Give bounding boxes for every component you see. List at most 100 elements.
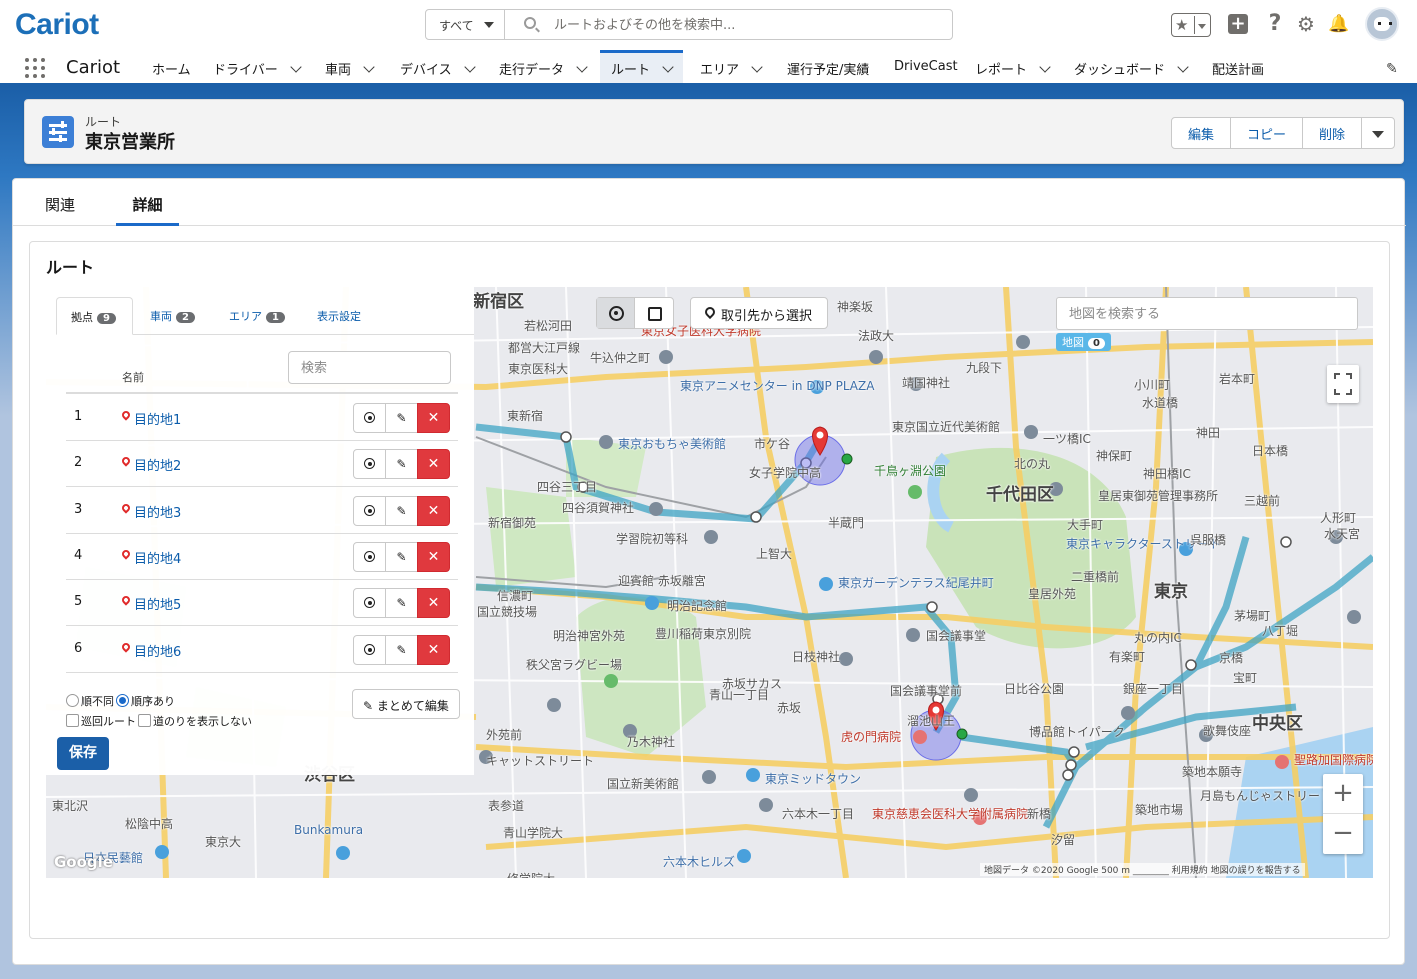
nav-item-1[interactable]: ドライバー xyxy=(213,50,302,83)
chevron-down-icon[interactable] xyxy=(1177,61,1189,73)
destination-link[interactable]: 目的地2 xyxy=(134,455,181,474)
destination-link[interactable]: 目的地4 xyxy=(134,548,181,567)
help-icon[interactable]: ? xyxy=(1265,13,1285,35)
destination-link[interactable]: 目的地3 xyxy=(134,502,181,521)
favorites-dropdown-icon[interactable] xyxy=(1194,16,1208,34)
nav-item-3[interactable]: デバイス xyxy=(400,50,476,83)
edit-pencil-button[interactable]: ✎ xyxy=(385,541,418,572)
edit-nav-pencil-icon[interactable]: ✎ xyxy=(1386,61,1398,77)
edit-pencil-button[interactable]: ✎ xyxy=(385,634,418,665)
table-row: 2 目的地2 ✎ ✕ xyxy=(66,441,458,488)
delete-x-button[interactable]: ✕ xyxy=(417,449,450,480)
nav-item-5[interactable]: ルート xyxy=(600,50,684,83)
map-label: 溜池山王 xyxy=(907,714,956,728)
gear-icon[interactable]: ⚙ xyxy=(1296,14,1316,34)
points-search-input[interactable] xyxy=(301,360,441,376)
locate-button[interactable] xyxy=(353,403,386,433)
draw-mode-toggle xyxy=(596,297,674,329)
panel-tab-areas[interactable]: エリア 1 xyxy=(229,297,285,335)
edit-pencil-button[interactable]: ✎ xyxy=(385,588,418,619)
chevron-down-icon[interactable] xyxy=(363,61,375,73)
app-launcher-icon[interactable] xyxy=(25,58,45,78)
route-map[interactable]: 新宿区 若松河田 都営大江戸線 東京医科大 牛込仲之町 東京女子医科大学病院 法政大 東京アニ… xyxy=(46,287,1373,878)
map-label: 有楽町 xyxy=(1109,650,1146,664)
locate-button[interactable] xyxy=(353,588,386,619)
point-mode-icon[interactable] xyxy=(597,298,635,328)
delete-button[interactable]: 削除 xyxy=(1303,118,1363,148)
zoom-in-icon[interactable]: + xyxy=(1323,774,1363,814)
nav-item-label: 配送計画 xyxy=(1212,63,1265,78)
delete-x-button[interactable]: ✕ xyxy=(417,634,450,665)
nav-item-6[interactable]: エリア xyxy=(700,50,763,83)
nav-item-11[interactable]: 配送計画 xyxy=(1212,50,1264,83)
panel-tab-vehicles[interactable]: 車両 2 xyxy=(150,297,195,335)
destination-link[interactable]: 目的地6 xyxy=(134,641,181,660)
locate-button[interactable] xyxy=(353,634,386,665)
locate-button[interactable] xyxy=(353,541,386,572)
destination-link[interactable]: 目的地1 xyxy=(134,409,181,428)
map-search-input[interactable] xyxy=(1069,305,1339,323)
chevron-down-icon[interactable] xyxy=(576,61,588,73)
tab-related[interactable]: 関連 xyxy=(45,194,75,215)
nav-item-8[interactable]: DriveCast xyxy=(894,50,958,83)
favorites-button[interactable]: ★ xyxy=(1171,13,1211,37)
locate-button[interactable] xyxy=(353,449,386,480)
nav-item-4[interactable]: 走行データ xyxy=(499,50,588,83)
global-search[interactable]: すべて xyxy=(425,9,953,40)
bell-icon[interactable]: 🔔 xyxy=(1328,14,1349,34)
map-label: 明治神宮外苑 xyxy=(553,629,626,643)
edit-pencil-button[interactable]: ✎ xyxy=(385,449,418,480)
edit-pencil-button[interactable]: ✎ xyxy=(385,495,418,526)
chevron-down-icon[interactable] xyxy=(662,61,674,73)
nav-item-7[interactable]: 運行予定/実績 xyxy=(787,50,869,83)
map-label: 東北沢 xyxy=(52,799,89,813)
delete-x-button[interactable]: ✕ xyxy=(417,403,450,433)
order-ordered-radio[interactable]: 順序あり xyxy=(116,693,175,709)
map-pin-icon xyxy=(702,304,718,320)
destination-link[interactable]: 目的地5 xyxy=(134,594,181,613)
search-scope-dropdown[interactable]: すべて xyxy=(426,10,505,39)
nav-item-0[interactable]: ホーム xyxy=(152,50,191,83)
bulk-edit-button[interactable]: ✎ まとめて編集 xyxy=(352,689,460,719)
map-layer-badge[interactable]: 地図 0 xyxy=(1056,333,1111,351)
loop-route-checkbox[interactable]: 巡回ルート xyxy=(66,713,136,729)
order-unordered-radio[interactable]: 順不同 xyxy=(66,693,114,709)
chevron-down-icon[interactable] xyxy=(751,61,763,73)
map-badge-label: 地図 xyxy=(1062,336,1084,349)
chevron-down-icon[interactable] xyxy=(463,61,476,73)
map-search[interactable] xyxy=(1056,297,1358,330)
map-label: 皇居東御苑管理事務所 xyxy=(1098,489,1219,503)
panel-tab-display-settings[interactable]: 表示設定 xyxy=(317,297,361,335)
select-from-account-button[interactable]: 取引先から選択 xyxy=(690,297,828,329)
nav-item-9[interactable]: レポート xyxy=(975,50,1051,83)
map-attribution[interactable]: 地図データ ©2020 Google 500 m ________ 利用規約 地… xyxy=(980,863,1305,876)
nav-item-label: ホーム xyxy=(152,63,191,78)
global-search-input[interactable] xyxy=(554,15,934,35)
map-pin-icon xyxy=(120,455,132,467)
chevron-down-icon[interactable] xyxy=(1039,61,1051,73)
locate-button[interactable] xyxy=(353,495,386,526)
tab-details[interactable]: 詳細 xyxy=(116,194,179,226)
points-search[interactable] xyxy=(288,351,451,384)
nav-item-label: デバイス xyxy=(400,63,452,78)
delete-x-button[interactable]: ✕ xyxy=(417,495,450,526)
delete-x-button[interactable]: ✕ xyxy=(417,541,450,572)
nav-item-2[interactable]: 車両 xyxy=(325,50,375,83)
hide-path-checkbox[interactable]: 道のりを表示しない xyxy=(138,713,252,729)
more-actions-dropdown-icon[interactable] xyxy=(1362,118,1394,148)
zoom-out-icon[interactable]: − xyxy=(1323,814,1363,854)
edit-pencil-button[interactable]: ✎ xyxy=(385,403,418,433)
map-label: 二重橋前 xyxy=(1071,570,1120,584)
area-mode-icon[interactable] xyxy=(636,298,674,328)
cariot-logo[interactable]: Cariot xyxy=(15,8,99,42)
global-actions-plus-icon[interactable]: + xyxy=(1228,14,1248,34)
delete-x-button[interactable]: ✕ xyxy=(417,588,450,619)
copy-button[interactable]: コピー xyxy=(1231,118,1304,148)
save-button[interactable]: 保存 xyxy=(57,737,109,770)
chevron-down-icon[interactable] xyxy=(290,61,302,73)
fullscreen-icon[interactable] xyxy=(1327,365,1359,403)
edit-button[interactable]: 編集 xyxy=(1172,118,1232,148)
nav-item-10[interactable]: ダッシュボード xyxy=(1074,50,1189,83)
avatar[interactable] xyxy=(1365,7,1399,41)
panel-tab-points[interactable]: 拠点 9 xyxy=(56,297,133,335)
